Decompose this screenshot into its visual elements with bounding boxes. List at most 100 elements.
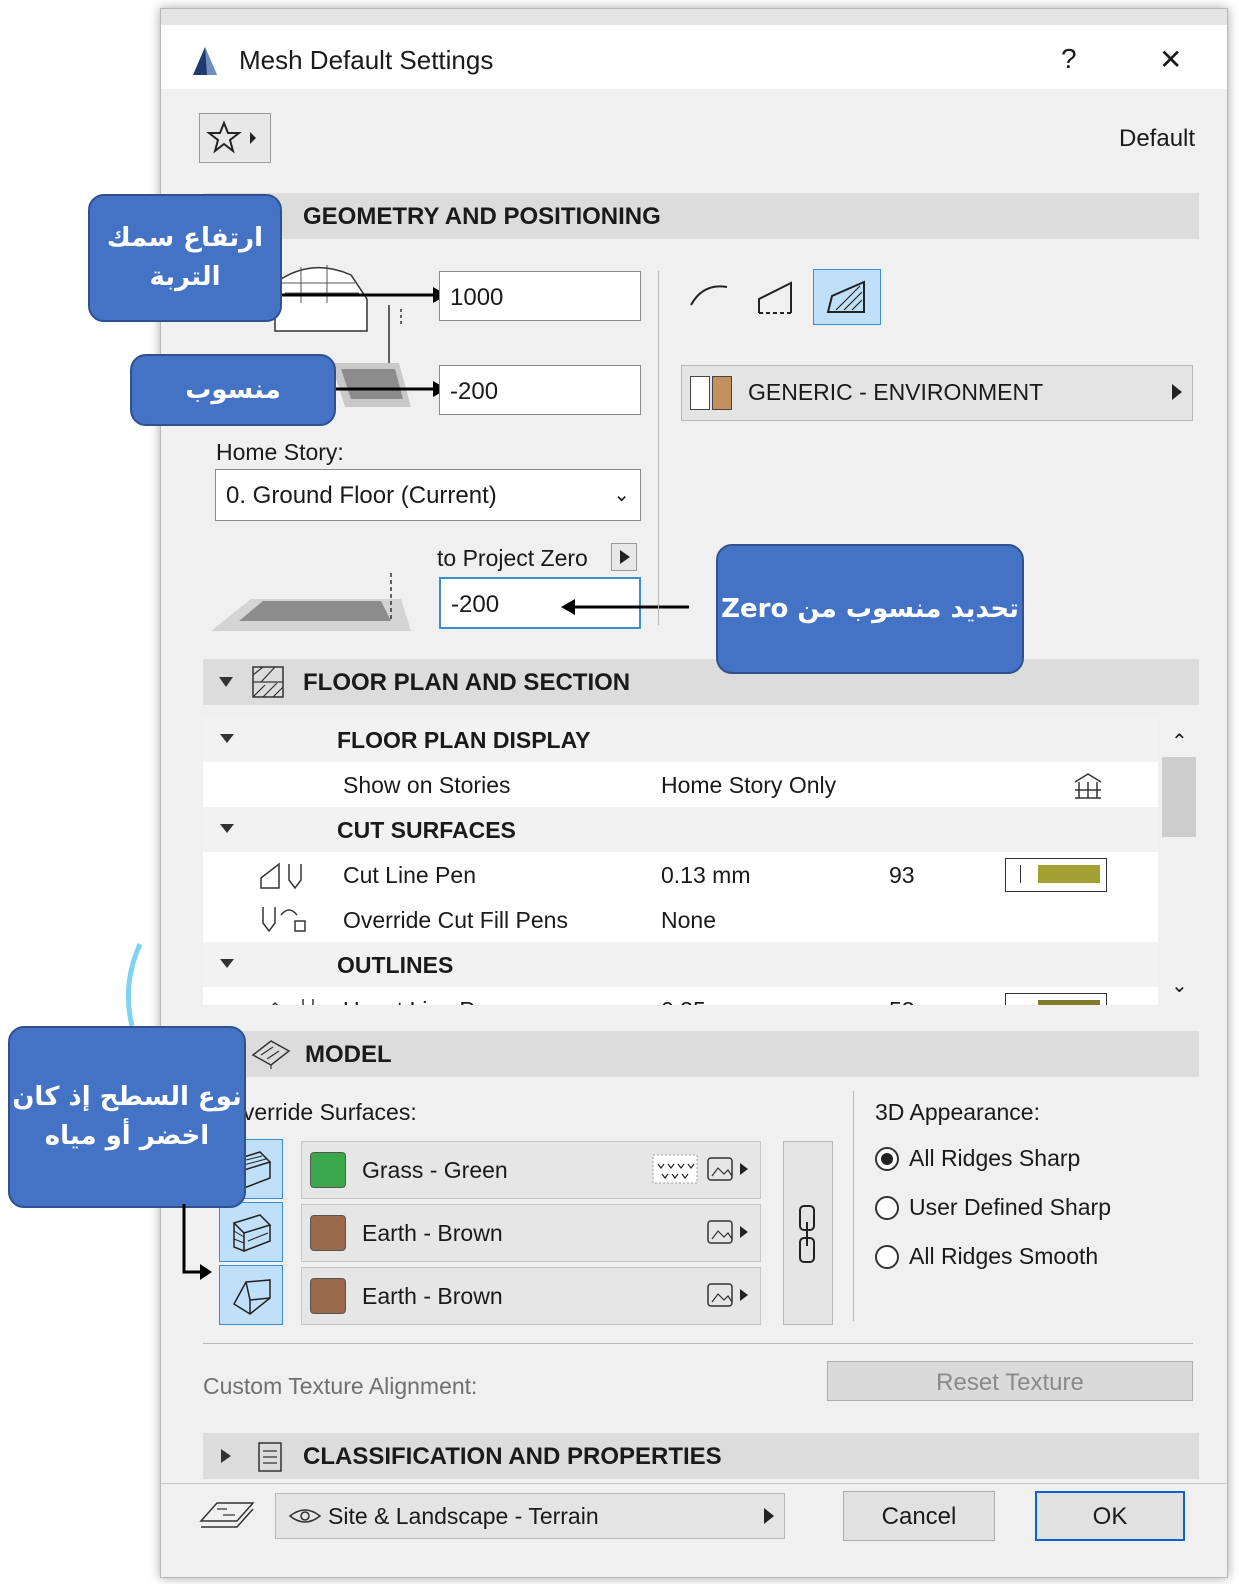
uncut-line-pen-icon — [271, 999, 314, 1005]
scroll-up-icon[interactable]: ⌃ — [1171, 729, 1188, 754]
surface-name: Grass - Green — [362, 1157, 508, 1183]
collapse-triangle-icon — [220, 824, 234, 833]
help-button[interactable]: ? — [1061, 43, 1077, 75]
surface-row-top[interactable]: Grass - Green — [301, 1141, 761, 1199]
surface-name: Earth - Brown — [362, 1220, 503, 1246]
collapse-triangle-icon — [220, 959, 234, 968]
pen-number: 93 — [889, 862, 915, 888]
building-material-selector[interactable]: GENERIC - ENVIRONMENT — [681, 365, 1193, 421]
bottom-surface-icon — [233, 1279, 271, 1315]
side-surface-button[interactable] — [219, 1202, 283, 1262]
geometry-section-title: GEOMETRY AND POSITIONING — [303, 203, 661, 230]
mesh-with-side-walls-icon[interactable] — [755, 277, 801, 317]
layer-name: Site & Landscape - Terrain — [328, 1503, 599, 1529]
row-label: Show on Stories — [343, 772, 511, 798]
expand-triangle-icon — [221, 1449, 231, 1463]
floor-plan-section-title: FLOOR PLAN AND SECTION — [303, 669, 631, 696]
texture-picker-icon[interactable] — [706, 1154, 752, 1184]
annotation-arrow-zero — [561, 599, 689, 615]
archicad-app-icon — [193, 47, 217, 75]
radio-button[interactable] — [875, 1196, 899, 1220]
solid-mesh-icon — [826, 280, 865, 313]
table-row[interactable]: CUT SURFACES — [203, 807, 1158, 852]
table-row[interactable]: Show on Stories Home Story Only — [203, 762, 1158, 807]
cancel-button[interactable]: Cancel — [843, 1491, 995, 1541]
3d-appearance-label: 3D Appearance: — [875, 1099, 1040, 1125]
reference-level-arrow-button[interactable] — [611, 543, 637, 571]
default-label: Default — [1119, 125, 1196, 152]
table-row[interactable]: Override Cut Fill Pens None — [203, 897, 1158, 942]
layer-selector[interactable]: Site & Landscape - Terrain — [275, 1493, 785, 1539]
material-preview-icon-right — [712, 376, 732, 410]
material-preview-icon-left — [690, 376, 710, 410]
row-value: None — [661, 907, 716, 933]
table-row[interactable]: Cut Line Pen 0.13 mm 93 — [203, 852, 1158, 897]
link-surfaces-button[interactable] — [783, 1141, 833, 1325]
callout-project-zero: تحديد منسوب من Zero — [716, 544, 1024, 674]
model-divider — [853, 1091, 854, 1321]
decorative-curve — [125, 942, 143, 1027]
close-button[interactable]: ✕ — [1159, 43, 1182, 76]
dialog-title: Mesh Default Settings — [239, 45, 494, 75]
layer-stack-icon — [199, 1502, 255, 1528]
floor-plan-section-header[interactable]: FLOOR PLAN AND SECTION — [203, 659, 1199, 705]
grass-pattern-icon — [652, 1154, 698, 1184]
row-label: Uncut Line Pen — [343, 997, 500, 1005]
story-display-icon — [1074, 773, 1102, 799]
annotation-arrow-surface — [182, 1204, 212, 1280]
radio-label: User Defined Sharp — [909, 1194, 1111, 1220]
model-3d-icon — [251, 1040, 291, 1069]
radio-button-selected[interactable] — [875, 1147, 899, 1171]
surface-name: Earth - Brown — [362, 1283, 503, 1309]
solid-body-mesh-button[interactable] — [813, 269, 881, 325]
custom-texture-label: Custom Texture Alignment: — [203, 1373, 478, 1399]
classification-section-header[interactable]: CLASSIFICATION AND PROPERTIES — [203, 1433, 1199, 1479]
surface-only-mesh-icon[interactable] — [689, 277, 729, 313]
collapse-triangle-icon — [219, 677, 233, 687]
bottom-surface-button[interactable] — [219, 1265, 283, 1325]
scrollbar-thumb[interactable] — [1162, 757, 1196, 837]
home-story-select[interactable]: 0. Ground Floor (Current) ⌄ — [215, 469, 641, 521]
group-label: CUT SURFACES — [337, 817, 516, 843]
pen-color-swatch[interactable] — [1005, 858, 1107, 892]
radio-button[interactable] — [875, 1245, 899, 1269]
surface-row-bottom[interactable]: Earth - Brown — [301, 1267, 761, 1325]
model-section-title: MODEL — [305, 1041, 392, 1068]
callout-elevation: منسوب — [130, 354, 336, 426]
callout-thickness: ارتفاع سمك التربة — [88, 194, 282, 322]
scroll-down-icon[interactable]: ⌄ — [1171, 973, 1188, 998]
document-list-icon — [258, 1442, 282, 1472]
ok-button[interactable]: OK — [1035, 1491, 1185, 1541]
row-label: Cut Line Pen — [343, 862, 476, 888]
override-surfaces-label: Override Surfaces: — [225, 1099, 417, 1125]
callout-surface-type: نوع السطح إذ كان اخضر أو مياه — [8, 1026, 246, 1208]
home-story-label: Home Story: — [216, 439, 344, 465]
row-value: Home Story Only — [661, 772, 837, 798]
pen-color-swatch[interactable] — [1005, 993, 1107, 1005]
table-row[interactable]: Uncut Line Pen 0.35 mm 53 — [203, 987, 1158, 1005]
cut-line-pen-icon — [260, 862, 302, 890]
row-label: Override Cut Fill Pens — [343, 907, 568, 933]
reset-texture-button[interactable]: Reset Texture — [827, 1361, 1193, 1401]
triangle-right-icon — [1172, 384, 1182, 400]
background-toolbar-strip — [161, 9, 1227, 25]
to-project-zero-label: to Project Zero — [437, 545, 588, 571]
row-value: 0.13 mm — [661, 862, 751, 888]
model-section-header[interactable]: MODEL — [203, 1031, 1199, 1077]
elevation-input[interactable]: -200 — [439, 365, 641, 415]
thickness-input[interactable]: 1000 — [439, 271, 641, 321]
texture-picker-icon[interactable] — [706, 1280, 752, 1310]
mesh-settings-dialog: Mesh Default Settings ? ✕ Default ↕ GEOM… — [160, 8, 1228, 1578]
table-row[interactable]: FLOOR PLAN DISPLAY — [203, 717, 1158, 762]
favorites-button[interactable] — [199, 113, 271, 163]
footer-separator — [161, 1483, 1227, 1484]
texture-picker-icon[interactable] — [706, 1217, 752, 1247]
surface-row-side[interactable]: Earth - Brown — [301, 1204, 761, 1262]
row-value: 0.35 mm — [661, 997, 750, 1005]
geometry-section-header[interactable]: ↕ GEOMETRY AND POSITIONING — [203, 193, 1199, 239]
floor-plan-scrollbar[interactable]: ⌃ ⌄ — [1159, 717, 1199, 1007]
table-row[interactable]: OUTLINES — [203, 942, 1158, 987]
group-label: OUTLINES — [337, 952, 454, 978]
pen-number: 53 — [889, 997, 915, 1005]
collapse-triangle-icon — [220, 734, 234, 743]
